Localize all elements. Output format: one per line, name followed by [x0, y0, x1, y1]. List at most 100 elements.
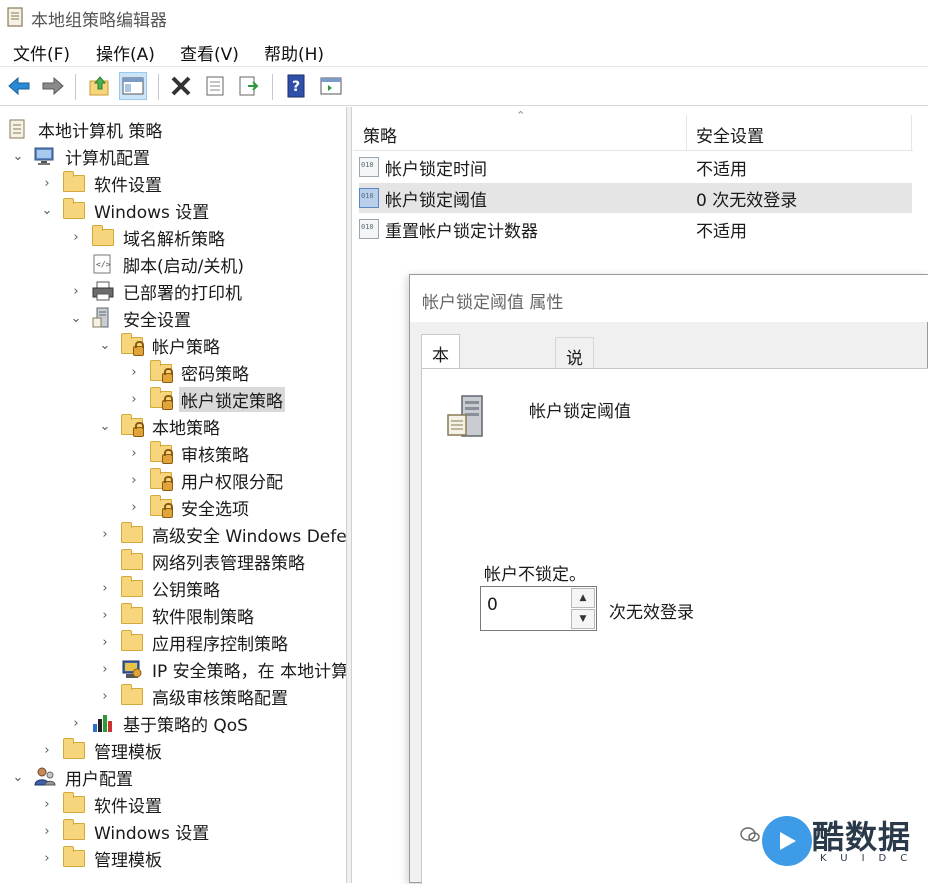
menu-action[interactable]: 操作(A) [96, 40, 155, 65]
tree-item-security-settings[interactable]: ⌄ 安全设置 [69, 305, 193, 331]
tree-item-name-resolution[interactable]: › 域名解析策略 [69, 224, 227, 250]
chevron-right-icon[interactable]: › [98, 689, 112, 704]
properties-button[interactable] [201, 72, 229, 100]
ip-security-icon [120, 658, 144, 680]
tree-item-account-policies[interactable]: ⌄ 帐户策略 [98, 332, 222, 358]
increment-button[interactable]: ▲ [571, 588, 595, 608]
tree-item-advanced-audit[interactable]: › 高级审核策略配置 [98, 683, 290, 709]
threshold-stepper[interactable]: 0 ▲ ▼ [480, 586, 597, 631]
locked-folder-icon [149, 387, 173, 410]
chevron-right-icon[interactable]: › [98, 608, 112, 623]
chevron-right-icon[interactable]: › [127, 365, 141, 380]
tree-item-admin-templates[interactable]: › 管理模板 [40, 737, 164, 763]
tree-item-printers[interactable]: › 已部署的打印机 [69, 278, 244, 304]
svg-text:?: ? [292, 79, 300, 95]
chevron-down-icon[interactable]: ⌄ [98, 419, 112, 434]
tree-label: 高级审核策略配置 [152, 688, 288, 709]
tree-label: 用户权限分配 [181, 472, 283, 493]
tree-item-lockout-policy[interactable]: › 帐户锁定策略 [127, 386, 285, 412]
list-row[interactable]: 重置帐户锁定计数器 不适用 [359, 214, 912, 244]
chevron-right-icon[interactable]: › [127, 500, 141, 515]
tree-label: 域名解析策略 [123, 229, 225, 250]
list-row[interactable]: 帐户锁定时间 不适用 [359, 152, 912, 182]
tree-item-root[interactable]: 本地计算机 策略 [6, 116, 164, 142]
tab-local-security-setting[interactable]: 本地安全设置 [421, 334, 460, 491]
tree-item-windows-settings[interactable]: ⌄ Windows 设置 [40, 197, 211, 223]
tree-label: 用户配置 [65, 769, 133, 790]
tree-item-ip-security[interactable]: › IP 安全策略，在 本地计算 [98, 656, 346, 682]
menu-file[interactable]: 文件(F) [13, 40, 70, 65]
folder-icon [62, 171, 86, 194]
tree-item-qos[interactable]: › 基于策略的 QoS [69, 710, 250, 736]
locked-folder-icon [149, 360, 173, 383]
arrow-down-icon: ▼ [579, 614, 587, 624]
policy-value: 0 次无效登录 [696, 190, 798, 211]
chevron-right-icon[interactable]: › [98, 635, 112, 650]
chevron-down-icon[interactable]: ⌄ [69, 311, 83, 326]
toolbar: ? [0, 68, 928, 106]
chevron-right-icon[interactable]: › [98, 527, 112, 542]
tree-item-user-admin-templates[interactable]: › 管理模板 [40, 845, 164, 871]
tree-item-password-policy[interactable]: › 密码策略 [127, 359, 251, 385]
threshold-value[interactable]: 0 [487, 595, 498, 615]
chevron-down-icon[interactable]: ⌄ [11, 149, 25, 164]
tree-item-user-config[interactable]: ⌄ 用户配置 [11, 764, 135, 790]
tree-item-computer-config[interactable]: ⌄ 计算机配置 [11, 143, 152, 169]
chevron-right-icon[interactable]: › [98, 662, 112, 677]
dialog-title-bar[interactable]: 帐户锁定阈值 属性 [410, 275, 928, 322]
show-hide-tree-button[interactable] [119, 72, 147, 100]
tree-item-audit-policy[interactable]: › 审核策略 [127, 440, 251, 466]
folder-icon [62, 792, 86, 815]
pane-splitter[interactable] [346, 107, 352, 883]
chevron-right-icon[interactable]: › [127, 473, 141, 488]
menu-view[interactable]: 查看(V) [180, 40, 239, 65]
chevron-right-icon[interactable]: › [127, 392, 141, 407]
tree-label: 本地计算机 策略 [38, 121, 163, 142]
export-list-button[interactable] [235, 72, 263, 100]
chevron-down-icon[interactable]: ⌄ [40, 203, 54, 218]
tree-label: 应用程序控制策略 [152, 634, 288, 655]
chevron-right-icon[interactable]: › [40, 176, 54, 191]
tree-item-app-control[interactable]: › 应用程序控制策略 [98, 629, 290, 655]
chevron-right-icon[interactable]: › [40, 797, 54, 812]
tree-item-security-options[interactable]: › 安全选项 [127, 494, 251, 520]
chevron-right-icon[interactable]: › [69, 716, 83, 731]
chevron-right-icon[interactable]: › [69, 284, 83, 299]
chevron-right-icon[interactable]: › [98, 581, 112, 596]
tree-item-user-rights[interactable]: › 用户权限分配 [127, 467, 285, 493]
up-one-level-button[interactable] [86, 72, 114, 100]
tree-item-user-software-settings[interactable]: › 软件设置 [40, 791, 164, 817]
tree-item-software-settings[interactable]: › 软件设置 [40, 170, 164, 196]
tree-item-software-restriction[interactable]: › 软件限制策略 [98, 602, 256, 628]
chevron-right-icon[interactable]: › [40, 743, 54, 758]
decrement-button[interactable]: ▼ [571, 609, 595, 629]
help-button[interactable]: ? [282, 72, 310, 100]
forward-button[interactable] [39, 72, 67, 100]
tree-item-scripts[interactable]: </> 脚本(启动/关机) [91, 251, 246, 277]
chevron-right-icon[interactable]: › [40, 824, 54, 839]
list-row[interactable]: 帐户锁定阈值 0 次无效登录 [359, 183, 912, 213]
tree-item-network-list[interactable]: 网络列表管理器策略 [120, 548, 307, 574]
menu-help[interactable]: 帮助(H) [264, 40, 324, 65]
chevron-down-icon[interactable]: ⌄ [98, 338, 112, 353]
back-button[interactable] [5, 72, 33, 100]
column-divider[interactable] [686, 115, 687, 151]
column-divider[interactable] [911, 115, 912, 151]
column-header-setting[interactable]: 安全设置 [696, 122, 764, 147]
column-header-policy[interactable]: 策略 [363, 122, 397, 147]
tab-explain[interactable]: 说明 [555, 337, 594, 394]
tree-item-defender-firewall[interactable]: › 高级安全 Windows Defe [98, 521, 346, 547]
sort-caret-icon: ⌃ [516, 109, 526, 122]
chevron-right-icon[interactable]: › [40, 851, 54, 866]
tree-item-user-windows-settings[interactable]: › Windows 设置 [40, 818, 211, 844]
tree-item-local-policies[interactable]: ⌄ 本地策略 [98, 413, 222, 439]
folder-icon [120, 684, 144, 707]
folder-icon [91, 225, 115, 248]
tree-item-public-key[interactable]: › 公钥策略 [98, 575, 222, 601]
chevron-right-icon[interactable]: › [69, 230, 83, 245]
chevron-right-icon[interactable]: › [127, 446, 141, 461]
locked-folder-icon [120, 414, 144, 437]
chevron-down-icon[interactable]: ⌄ [11, 770, 25, 785]
delete-button[interactable] [167, 72, 195, 100]
action-pane-button[interactable] [317, 72, 345, 100]
